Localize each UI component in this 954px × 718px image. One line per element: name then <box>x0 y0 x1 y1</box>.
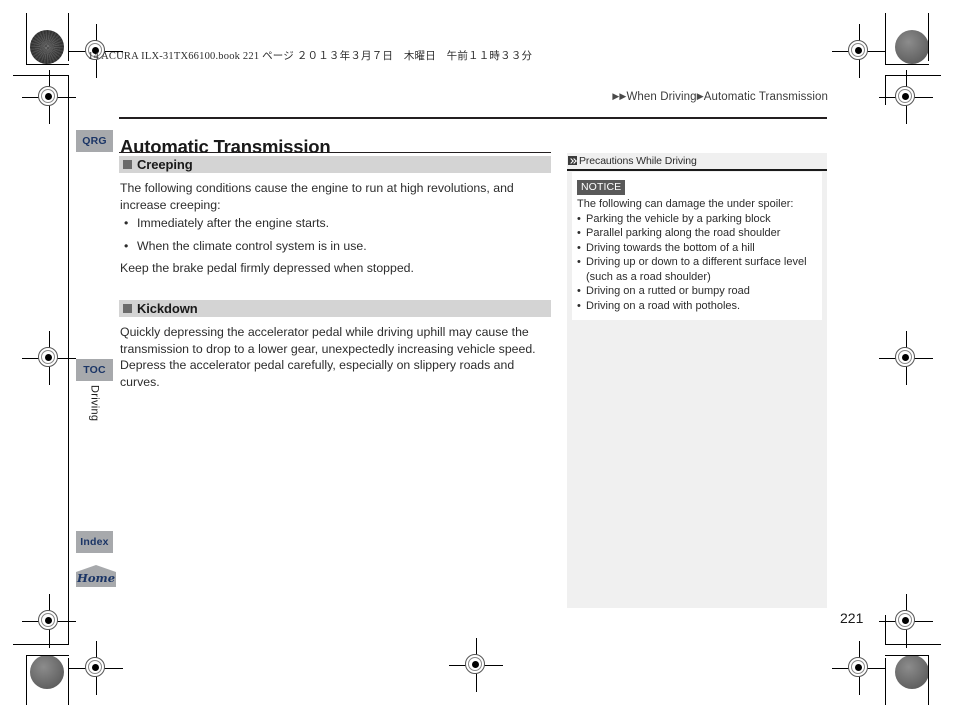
square-bullet-icon <box>123 304 132 313</box>
bullet-icon: • <box>577 212 581 225</box>
precautions-panel-title: Precautions While Driving <box>579 154 697 167</box>
list-item: • When the climate control system is in … <box>124 238 554 254</box>
sidebar-tab-qrg-label: QRG <box>82 135 107 147</box>
bullet-icon: • <box>577 227 581 239</box>
sidebar-tab-index[interactable]: Index <box>76 531 113 553</box>
precautions-panel-header: Precautions While Driving <box>567 153 827 168</box>
triangle-icon: ▶ <box>696 91 704 101</box>
crop-line <box>13 75 69 76</box>
crop-line <box>885 75 886 105</box>
gutter-rule <box>68 105 69 615</box>
crop-line <box>68 658 69 705</box>
registration-mark-bottom-left <box>69 641 123 695</box>
sidebar-tab-qrg[interactable]: QRG <box>76 130 113 152</box>
color-registration-dot-top-right <box>895 30 929 64</box>
color-registration-dot-bottom-left <box>30 655 64 689</box>
notice-list: • Parking the vehicle by a parking block… <box>577 212 817 314</box>
sidebar-tab-toc-label: TOC <box>83 364 106 376</box>
bullet-icon: • <box>577 241 581 254</box>
crop-line <box>68 13 69 61</box>
print-file-slug: 14 ACURA ILX-31TX66100.book 221 ページ ２０１３… <box>88 51 533 62</box>
title-rule-bottom <box>119 152 551 153</box>
registration-mark-inner-top-left <box>22 70 76 124</box>
list-item-label: Driving on a rutted or bumpy road <box>586 285 750 297</box>
color-registration-dot-bottom-right <box>895 655 929 689</box>
section-header-creeping: Creeping <box>119 156 551 173</box>
list-item-label: Driving towards the bottom of a hill <box>586 241 755 254</box>
bullet-icon: • <box>577 299 581 312</box>
breadcrumb-section: When Driving <box>626 91 697 103</box>
title-rule-top <box>119 117 827 119</box>
list-item: • Driving up or down to a different surf… <box>577 255 817 270</box>
list-item-label: Driving on a road with potholes. <box>586 299 741 312</box>
crop-line <box>885 615 886 645</box>
registration-mark-inner-top-right <box>879 70 933 124</box>
double-triangle-icon: ▶▶ <box>612 91 627 101</box>
crop-line <box>885 13 886 65</box>
sidebar-tab-index-label: Index <box>80 536 109 548</box>
registration-mark-inner-bottom-right <box>879 594 933 648</box>
notice-box: NOTICE The following can damage the unde… <box>572 172 822 320</box>
bullet-icon: • <box>577 285 581 297</box>
crop-line <box>885 655 929 656</box>
crop-line <box>928 655 929 705</box>
crop-line <box>928 13 929 61</box>
bullet-icon: • <box>577 256 581 268</box>
kickdown-body-text: Quickly depressing the accelerator pedal… <box>120 325 536 389</box>
bullet-icon: • <box>124 239 129 253</box>
creeping-intro-text: The following conditions cause the engin… <box>120 181 514 212</box>
crop-line <box>885 75 941 76</box>
crop-line <box>68 615 69 645</box>
list-item: • Parking the vehicle by a parking block <box>577 212 817 227</box>
chapter-marker-label: Driving <box>88 385 101 422</box>
breadcrumb: ▶▶When Driving▶Automatic Transmission <box>612 91 828 103</box>
list-item-label: When the climate control system is in us… <box>137 239 367 253</box>
bullet-icon: • <box>124 216 129 230</box>
list-item: • Parallel parking along the road should… <box>577 226 817 241</box>
crop-line <box>26 655 27 705</box>
notice-badge: NOTICE <box>577 180 626 195</box>
registration-mark-bottom-right <box>832 641 886 695</box>
crop-line <box>885 644 941 645</box>
manual-page: 14 ACURA ILX-31TX66100.book 221 ページ ２０１３… <box>0 0 954 718</box>
page-number: 221 <box>840 610 864 626</box>
registration-mark-top-right <box>832 24 886 78</box>
section-header-kickdown: Kickdown <box>119 300 551 317</box>
crop-line <box>885 658 886 705</box>
list-item-label: (such as a road shoulder) <box>586 270 711 283</box>
notice-lead-text: The following can damage the under spoil… <box>577 198 794 210</box>
double-chevron-icon <box>568 156 577 165</box>
crop-line <box>13 644 69 645</box>
chapter-marker: Driving <box>76 385 113 445</box>
color-registration-dot-top-left <box>30 30 64 64</box>
section-heading-label: Kickdown <box>137 301 198 316</box>
list-item: • Driving on a road with potholes. <box>577 299 817 314</box>
crop-line <box>26 13 27 65</box>
list-item: • Driving towards the bottom of a hill <box>577 241 817 256</box>
home-button-label: Home <box>76 571 116 585</box>
section-heading-label: Creeping <box>137 157 193 172</box>
registration-mark-bottom-center <box>449 638 503 692</box>
list-item-continuation: • (such as a road shoulder) <box>577 270 817 285</box>
registration-mark-left-center <box>22 331 76 385</box>
breadcrumb-topic: Automatic Transmission <box>703 91 828 103</box>
list-item-label: Parallel parking along the road shoulder <box>586 227 781 239</box>
sidebar-tab-toc[interactable]: TOC <box>76 359 113 381</box>
list-item: • Immediately after the engine starts. <box>124 215 554 231</box>
creeping-outro-text: Keep the brake pedal firmly depressed wh… <box>120 261 414 275</box>
crop-line <box>26 655 69 656</box>
crop-line <box>26 64 69 65</box>
precautions-panel: Precautions While Driving NOTICE The fol… <box>567 153 827 608</box>
registration-mark-inner-bottom-left <box>22 594 76 648</box>
crop-line <box>885 64 929 65</box>
crop-line <box>68 75 69 105</box>
home-button[interactable]: Home <box>76 565 116 587</box>
list-item: • Driving on a rutted or bumpy road <box>577 284 817 299</box>
square-bullet-icon <box>123 160 132 169</box>
list-item-label: Immediately after the engine starts. <box>137 216 330 230</box>
list-item-label: Parking the vehicle by a parking block <box>586 212 771 225</box>
precautions-panel-rule <box>567 169 827 171</box>
list-item-label: Driving up or down to a different surfac… <box>586 256 807 268</box>
registration-mark-right-center <box>879 331 933 385</box>
